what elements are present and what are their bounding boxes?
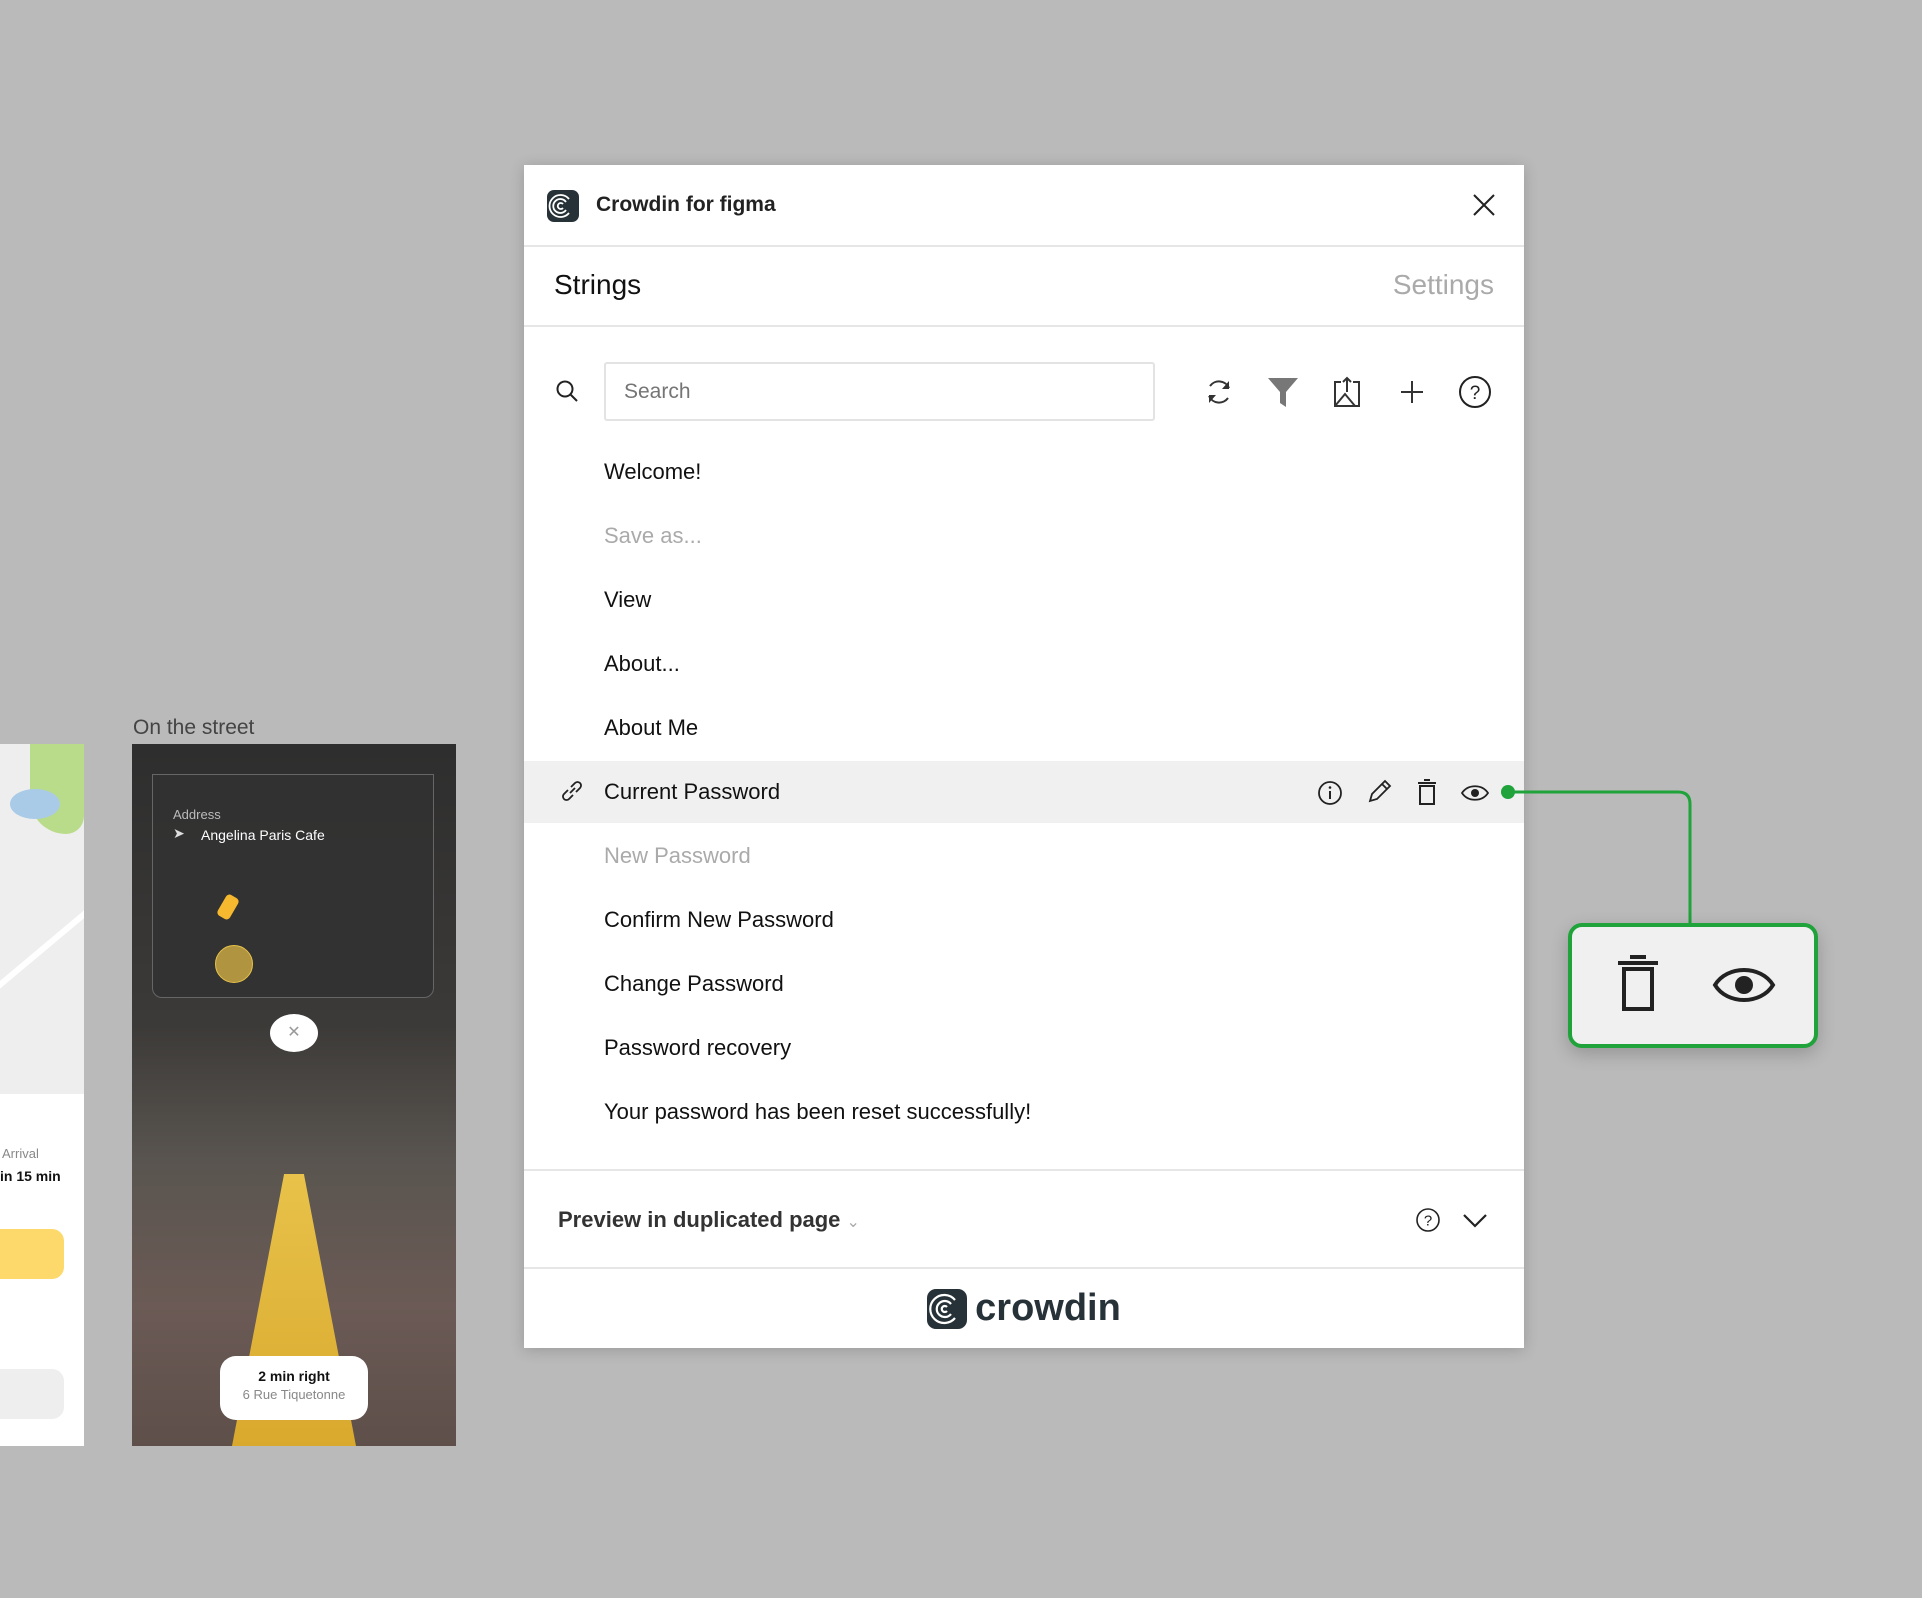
search-icon — [554, 378, 580, 409]
list-item[interactable]: Password recovery — [524, 1017, 1524, 1079]
list-item[interactable]: About Me — [524, 697, 1524, 759]
actions-callout — [1568, 923, 1818, 1048]
arrival-label: Arrival — [2, 1146, 39, 1161]
search-input[interactable] — [604, 362, 1155, 421]
direction-card: 2 min right 6 Rue Tiquetonne — [220, 1356, 368, 1420]
tab-bar: Strings Settings — [524, 247, 1524, 327]
direction-address: 6 Rue Tiquetonne — [242, 1387, 346, 1402]
preview-mode-label: Preview in duplicated page — [558, 1207, 841, 1232]
tab-strings[interactable]: Strings — [554, 269, 641, 301]
frame-title: On the street — [133, 716, 255, 739]
close-ar-button[interactable]: ✕ — [270, 1014, 318, 1052]
map-area — [0, 744, 84, 1094]
yellow-button[interactable] — [0, 1229, 64, 1279]
list-item[interactable]: Save as... — [524, 505, 1524, 567]
grey-button[interactable] — [0, 1369, 64, 1419]
list-item[interactable]: New Password — [524, 825, 1524, 887]
collapse-chevron-icon[interactable] — [1461, 1209, 1489, 1238]
filter-icon[interactable] — [1263, 372, 1303, 412]
help-icon[interactable]: ? — [1414, 1206, 1442, 1239]
list-item[interactable]: Confirm New Password — [524, 889, 1524, 951]
list-item[interactable]: View — [524, 569, 1524, 631]
trash-icon[interactable] — [1414, 778, 1440, 811]
street-phone-frame: Address ➤ Angelina Paris Cafe ✕ 2 min ri… — [132, 744, 456, 1446]
arrival-value: in 15 min — [0, 1168, 61, 1184]
eye-icon — [1712, 963, 1776, 1012]
list-item[interactable]: Your password has been reset successfull… — [524, 1081, 1524, 1143]
close-icon[interactable] — [1470, 191, 1498, 224]
map-card: Address ➤ Angelina Paris Cafe — [152, 774, 434, 998]
list-item[interactable]: Change Password — [524, 953, 1524, 1015]
address-label: Address — [173, 807, 221, 822]
eye-icon[interactable] — [1460, 779, 1490, 812]
navigation-arrow-icon: ➤ — [173, 825, 185, 841]
preview-mode-dropdown[interactable]: Preview in duplicated page ⌄ — [558, 1171, 860, 1272]
crowdin-brand: crowdin — [524, 1269, 1524, 1348]
destination-marker — [215, 945, 253, 983]
car-icon — [215, 893, 241, 921]
preview-bar: Preview in duplicated page ⌄ ? — [524, 1169, 1524, 1269]
window-title: Crowdin for figma — [596, 193, 776, 216]
list-item[interactable]: Welcome! — [524, 441, 1524, 503]
svg-text:?: ? — [1424, 1213, 1432, 1230]
help-icon[interactable]: ? — [1455, 372, 1495, 412]
list-item[interactable]: About... — [524, 633, 1524, 695]
upload-screenshot-icon[interactable] — [1327, 372, 1367, 412]
crowdin-logo-icon — [927, 1288, 968, 1329]
map-phone-frame: Arrival in 15 min — [0, 744, 84, 1446]
crowdin-plugin-dialog: Crowdin for figma Strings Settings ? Wel… — [524, 165, 1524, 1348]
tab-settings[interactable]: Settings — [1393, 269, 1494, 301]
chevron-down-icon: ⌄ — [846, 1214, 860, 1231]
address-value: Angelina Paris Cafe — [201, 827, 325, 843]
trash-icon — [1616, 953, 1660, 1018]
strings-list: Welcome! Save as... View About... About … — [524, 441, 1524, 1169]
list-item-label: Current Password — [604, 779, 781, 804]
callout-connector — [1501, 785, 1692, 925]
plus-icon[interactable] — [1392, 372, 1432, 412]
brand-name: crowdin — [975, 1287, 1121, 1329]
crowdin-logo-icon — [547, 190, 579, 222]
info-icon[interactable] — [1316, 779, 1344, 812]
refresh-icon[interactable] — [1199, 372, 1239, 412]
direction-text: 2 min right — [258, 1368, 330, 1384]
link-icon — [558, 777, 586, 810]
title-bar: Crowdin for figma — [524, 165, 1524, 247]
pencil-icon[interactable] — [1364, 777, 1394, 812]
svg-text:?: ? — [1470, 383, 1481, 404]
